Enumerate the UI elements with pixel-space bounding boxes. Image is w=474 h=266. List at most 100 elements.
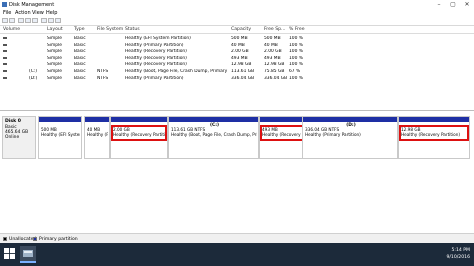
toolbar bbox=[0, 16, 474, 26]
partition-status: Healthy (F bbox=[87, 132, 108, 137]
column-layout[interactable]: Layout bbox=[47, 27, 63, 32]
disk-0-label[interactable]: Disk 0 Basic 465.64 GB Online bbox=[2, 116, 36, 159]
forward-icon[interactable] bbox=[9, 18, 15, 23]
recovery-partition-highlight bbox=[111, 125, 167, 141]
clock-date: 9/10/2016 bbox=[446, 255, 470, 260]
volume-pct-cell: 100 % bbox=[289, 55, 303, 61]
partition-block[interactable]: (C:) 113.61 GB NTFS Healthy (Boot, Page Fi… bbox=[168, 116, 259, 159]
column-status[interactable]: Status bbox=[125, 27, 140, 32]
disk-state: Online bbox=[5, 135, 20, 140]
partition-block[interactable]: (D:) 336.04 GB NTFS Healthy (Primary Parti… bbox=[302, 116, 398, 159]
clock-time: 5:14 PM bbox=[451, 248, 470, 253]
system-clock[interactable]: 5:14 PM 9/10/2016 bbox=[446, 247, 470, 261]
volume-icon bbox=[3, 56, 7, 59]
window-title: Disk Management bbox=[9, 2, 55, 8]
volume-type-cell: Basic bbox=[74, 62, 86, 68]
view-icon[interactable] bbox=[55, 18, 61, 23]
column-type[interactable]: Type bbox=[74, 27, 85, 32]
volume-status-cell: Healthy (Boot, Page File, Crash Dump, Pr… bbox=[125, 69, 229, 74]
partition-status: Healthy (EFI System Pa bbox=[41, 132, 80, 137]
back-icon[interactable] bbox=[2, 18, 8, 23]
maximize-button[interactable]: ▢ bbox=[446, 0, 460, 9]
volume-icon bbox=[3, 37, 7, 39]
volume-status-cell: Healthy (Primary Partition) bbox=[125, 75, 184, 81]
unallocated-swatch bbox=[3, 237, 7, 241]
volume-layout-cell: Simple bbox=[47, 69, 62, 74]
volume-row[interactable]: (D:) Simple Basic NTFS Healthy (Primary Part… bbox=[0, 75, 474, 82]
partition-bar bbox=[169, 117, 258, 122]
partition-bar bbox=[111, 117, 167, 122]
volume-capacity-cell: 500 MB bbox=[231, 36, 248, 41]
column-volume[interactable]: Volume bbox=[3, 27, 20, 32]
volume-icon bbox=[3, 70, 7, 72]
volume-pct-cell: 67 % bbox=[289, 69, 301, 74]
volume-icon bbox=[3, 50, 7, 53]
volume-row[interactable]: Simple Basic Healthy (EFI System Partition… bbox=[0, 35, 474, 42]
taskbar-disk-management[interactable] bbox=[20, 246, 36, 263]
volume-capacity-cell: 336.04 GB bbox=[231, 75, 255, 81]
disk-name: Disk 0 bbox=[5, 119, 21, 124]
recovery-partition-highlight bbox=[399, 125, 469, 141]
column-percent-free[interactable]: % Free bbox=[289, 27, 305, 32]
legend-primary: Primary partition bbox=[39, 236, 78, 242]
volume-free-cell: 40 MB bbox=[264, 42, 278, 48]
partition-bar bbox=[39, 117, 81, 122]
disk-map: Disk 0 Basic 465.64 GB Online 500 MB Heal… bbox=[0, 111, 474, 233]
volume-fs-cell: NTFS bbox=[97, 75, 109, 81]
help-icon[interactable] bbox=[25, 18, 31, 23]
volume-layout-cell: Simple bbox=[47, 75, 62, 81]
volume-icon bbox=[3, 63, 7, 66]
volume-status-cell: Healthy (Recovery Partition) bbox=[125, 55, 187, 61]
volume-row[interactable]: Simple Basic Healthy (Recovery Partition) 2… bbox=[0, 48, 474, 55]
volume-capacity-cell: 12.98 GB bbox=[231, 62, 252, 68]
disk-management-taskbar-icon bbox=[23, 250, 33, 257]
volume-status-cell: Healthy (Recovery Partition) bbox=[125, 62, 187, 68]
volume-row[interactable]: (C:) Simple Basic NTFS Healthy (Boot, Page F… bbox=[0, 68, 474, 75]
volume-type-cell: Basic bbox=[74, 49, 86, 55]
volume-status-cell: Healthy (Recovery Partition) bbox=[125, 49, 187, 55]
volume-capacity-cell: 40 MB bbox=[231, 42, 245, 48]
minimize-button[interactable]: – bbox=[432, 0, 446, 9]
windows-start-icon[interactable] bbox=[4, 248, 15, 259]
column-free-space[interactable]: Free Sp... bbox=[264, 27, 285, 32]
partition-bar bbox=[399, 117, 469, 122]
partition-status: Healthy (Boot, Page File, Crash Dump, Pr… bbox=[171, 132, 257, 137]
menu-bar: File Action View Help bbox=[0, 9, 474, 16]
refresh-icon[interactable] bbox=[41, 18, 47, 23]
disk-management-icon bbox=[2, 2, 7, 7]
partition-block[interactable]: 40 MB Healthy (F bbox=[84, 116, 110, 159]
column-file-system[interactable]: File System bbox=[97, 27, 123, 32]
volume-pct-cell: 100 % bbox=[289, 42, 303, 48]
volume-free-cell: 12.98 GB bbox=[264, 62, 285, 68]
taskbar: 5:14 PM 9/10/2016 bbox=[0, 243, 474, 266]
close-button[interactable]: ✕ bbox=[460, 0, 474, 9]
volume-row[interactable]: Simple Basic Healthy (Recovery Partition) 1… bbox=[0, 61, 474, 68]
volume-pct-cell: 100 % bbox=[289, 49, 303, 55]
volume-status-cell: Healthy (Primary Partition) bbox=[125, 42, 184, 48]
volume-pct-cell: 100 % bbox=[289, 75, 303, 81]
volume-pct-cell: 100 % bbox=[289, 36, 303, 41]
volume-pct-cell: 100 % bbox=[289, 62, 303, 68]
volume-layout-cell: Simple bbox=[47, 55, 62, 61]
partition-status: Healthy (Primary Partition) bbox=[305, 132, 361, 137]
volume-list: Volume Layout Type File System Status Ca… bbox=[0, 26, 474, 111]
column-capacity[interactable]: Capacity bbox=[231, 27, 251, 32]
volume-layout-cell: Simple bbox=[47, 36, 62, 41]
rescan-icon[interactable] bbox=[32, 18, 38, 23]
volume-type-cell: Basic bbox=[74, 75, 86, 81]
volume-layout-cell: Simple bbox=[47, 49, 62, 55]
volume-free-cell: 336.04 GB bbox=[264, 75, 288, 81]
volume-icon bbox=[3, 43, 7, 46]
volume-free-cell: 2.00 GB bbox=[264, 49, 282, 55]
volume-free-cell: 500 MB bbox=[264, 36, 281, 41]
partition-block[interactable]: 500 MBHealthy (EFI System Pa bbox=[38, 116, 82, 159]
volume-capacity-cell: 2.00 GB bbox=[231, 49, 249, 55]
settings-icon[interactable] bbox=[48, 18, 54, 23]
volume-type-cell: Basic bbox=[74, 55, 86, 61]
primary-swatch bbox=[33, 237, 37, 241]
volume-layout-cell: Simple bbox=[47, 62, 62, 68]
properties-icon[interactable] bbox=[18, 18, 24, 23]
volume-row[interactable]: Simple Basic Healthy (Primary Partition) 40… bbox=[0, 42, 474, 49]
volume-icon bbox=[3, 76, 7, 79]
volume-row[interactable]: Simple Basic Healthy (Recovery Partition) 4… bbox=[0, 55, 474, 62]
